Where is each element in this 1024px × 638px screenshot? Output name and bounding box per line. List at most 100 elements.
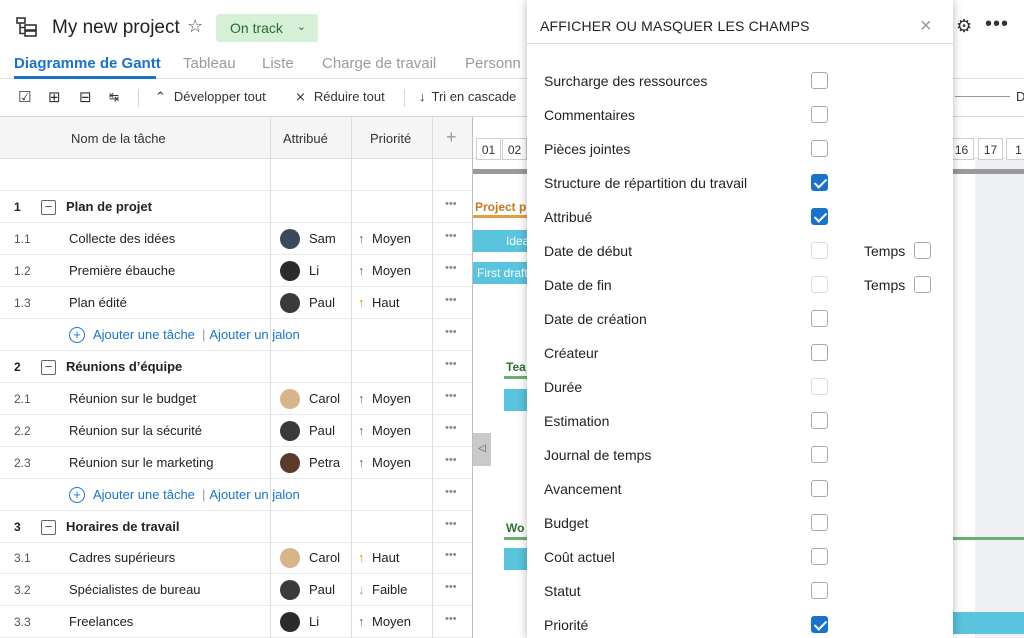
- task-name[interactable]: Collecte des idées: [69, 231, 175, 246]
- star-icon[interactable]: ☆: [187, 16, 203, 37]
- table-row[interactable]: 1.1 Collecte des idées Sam ↑ Moyen •••: [0, 223, 472, 255]
- assignee-name[interactable]: Paul: [309, 295, 335, 310]
- collapse-toggle-icon[interactable]: −: [41, 360, 56, 375]
- row-more-icon[interactable]: •••: [445, 294, 457, 306]
- tab-people[interactable]: Personn: [465, 55, 521, 72]
- task-bar[interactable]: [504, 389, 527, 411]
- task-name[interactable]: Réunion sur le budget: [69, 391, 196, 406]
- task-bar[interactable]: [953, 612, 1024, 634]
- row-more-icon[interactable]: •••: [445, 518, 457, 530]
- more-menu-icon[interactable]: •••: [985, 13, 1009, 36]
- assignee-name[interactable]: Carol: [309, 391, 340, 406]
- assignee-name[interactable]: Petra: [309, 455, 340, 470]
- cascade-sort-button[interactable]: ↓ Tri en cascade: [419, 89, 516, 104]
- priority-cell[interactable]: ↓ Faible: [358, 582, 407, 597]
- row-more-icon[interactable]: •••: [445, 390, 457, 402]
- time-checkbox[interactable]: [914, 276, 931, 293]
- assignee-name[interactable]: Li: [309, 614, 319, 629]
- field-checkbox[interactable]: [811, 446, 828, 463]
- hierarchy-icon[interactable]: ⊟: [79, 88, 92, 106]
- assignee-name[interactable]: Sam: [309, 231, 336, 246]
- add-task-link[interactable]: + Ajouter une tâche: [69, 487, 195, 503]
- task-name[interactable]: Réunions d’équipe: [66, 359, 182, 374]
- assignee-name[interactable]: Carol: [309, 550, 340, 565]
- field-checkbox[interactable]: [811, 344, 828, 361]
- field-checkbox[interactable]: [811, 616, 828, 633]
- field-checkbox[interactable]: [811, 106, 828, 123]
- tab-list[interactable]: Liste: [262, 55, 294, 72]
- task-name[interactable]: Spécialistes de bureau: [69, 582, 201, 597]
- close-icon[interactable]: ×: [920, 15, 932, 38]
- summary-bar[interactable]: [504, 537, 527, 540]
- task-name[interactable]: Première ébauche: [69, 263, 175, 278]
- tab-workload[interactable]: Charge de travail: [322, 55, 436, 72]
- task-bar[interactable]: First draft: [473, 262, 527, 284]
- priority-cell[interactable]: ↑ Moyen: [358, 263, 411, 278]
- gear-icon[interactable]: ⚙: [956, 16, 972, 37]
- add-item-row[interactable]: + Ajouter une tâche | Ajouter un jalon •••: [0, 479, 472, 511]
- row-more-icon[interactable]: •••: [445, 422, 457, 434]
- field-checkbox[interactable]: [811, 582, 828, 599]
- task-bar[interactable]: [504, 548, 527, 570]
- assignee-name[interactable]: Paul: [309, 582, 335, 597]
- group-row[interactable]: 1 − Plan de projet •••: [0, 191, 472, 223]
- assignee-name[interactable]: Paul: [309, 423, 335, 438]
- row-more-icon[interactable]: •••: [445, 486, 457, 498]
- status-dropdown[interactable]: On track ⌄: [216, 14, 318, 42]
- zoom-slider[interactable]: [955, 96, 1010, 97]
- time-checkbox[interactable]: [914, 242, 931, 259]
- collapse-toggle-icon[interactable]: −: [41, 200, 56, 215]
- table-row[interactable]: 3.2 Spécialistes de bureau Paul ↓ Faible •••: [0, 574, 472, 606]
- field-checkbox[interactable]: [811, 412, 828, 429]
- row-more-icon[interactable]: •••: [445, 358, 457, 370]
- row-more-icon[interactable]: •••: [445, 613, 457, 625]
- task-name[interactable]: Horaires de travail: [66, 519, 179, 534]
- collapse-all-button[interactable]: ⨯ Réduire tout: [295, 89, 385, 105]
- group-row[interactable]: 2 − Réunions d’équipe •••: [0, 351, 472, 383]
- project-title[interactable]: My new project: [52, 17, 180, 39]
- field-checkbox[interactable]: [811, 548, 828, 565]
- field-checkbox[interactable]: [811, 140, 828, 157]
- collapse-panel-handle[interactable]: ◁: [473, 433, 491, 466]
- row-more-icon[interactable]: •••: [445, 198, 457, 210]
- task-name[interactable]: Cadres supérieurs: [69, 550, 175, 565]
- field-checkbox[interactable]: [811, 72, 828, 89]
- add-milestone-link[interactable]: | Ajouter un jalon: [202, 487, 300, 502]
- table-row[interactable]: 1.2 Première ébauche Li ↑ Moyen •••: [0, 255, 472, 287]
- summary-bar[interactable]: [504, 376, 527, 379]
- priority-cell[interactable]: ↑ Haut: [358, 295, 399, 310]
- table-row[interactable]: 2.1 Réunion sur le budget Carol ↑ Moyen •••: [0, 383, 472, 415]
- add-task-icon[interactable]: ⊞: [48, 88, 61, 106]
- task-name[interactable]: Réunion sur le marketing: [69, 455, 214, 470]
- priority-cell[interactable]: ↑ Moyen: [358, 231, 411, 246]
- task-name[interactable]: Freelances: [69, 614, 133, 629]
- add-task-link[interactable]: + Ajouter une tâche: [69, 327, 195, 343]
- row-more-icon[interactable]: •••: [445, 581, 457, 593]
- task-name[interactable]: Plan de projet: [66, 199, 152, 214]
- priority-cell[interactable]: ↑ Moyen: [358, 391, 411, 406]
- add-item-row[interactable]: + Ajouter une tâche | Ajouter un jalon •••: [0, 319, 472, 351]
- column-header-assigned[interactable]: Attribué: [283, 131, 328, 146]
- column-header-priority[interactable]: Priorité: [370, 131, 411, 146]
- column-header-name[interactable]: Nom de la tâche: [71, 131, 166, 146]
- table-row[interactable]: 2.2 Réunion sur la sécurité Paul ↑ Moyen •••: [0, 415, 472, 447]
- task-name[interactable]: Réunion sur la sécurité: [69, 423, 202, 438]
- row-more-icon[interactable]: •••: [445, 326, 457, 338]
- add-milestone-link[interactable]: | Ajouter un jalon: [202, 327, 300, 342]
- row-more-icon[interactable]: •••: [445, 549, 457, 561]
- priority-cell[interactable]: ↑ Moyen: [358, 423, 411, 438]
- add-column-button[interactable]: +: [446, 127, 457, 148]
- row-more-icon[interactable]: •••: [445, 230, 457, 242]
- table-row[interactable]: 1.3 Plan édité Paul ↑ Haut •••: [0, 287, 472, 319]
- assignee-name[interactable]: Li: [309, 263, 319, 278]
- expand-all-button[interactable]: ⌃ Développer tout: [155, 89, 266, 105]
- field-checkbox[interactable]: [811, 480, 828, 497]
- collapse-toggle-icon[interactable]: −: [41, 520, 56, 535]
- row-more-icon[interactable]: •••: [445, 454, 457, 466]
- table-row[interactable]: 3.1 Cadres supérieurs Carol ↑ Haut •••: [0, 542, 472, 574]
- indent-icon[interactable]: ↹: [109, 90, 119, 104]
- task-bar[interactable]: Idea: [473, 230, 527, 252]
- task-name[interactable]: Plan édité: [69, 295, 127, 310]
- summary-bar[interactable]: [473, 215, 527, 218]
- checkbox-select-icon[interactable]: ☑: [18, 88, 31, 106]
